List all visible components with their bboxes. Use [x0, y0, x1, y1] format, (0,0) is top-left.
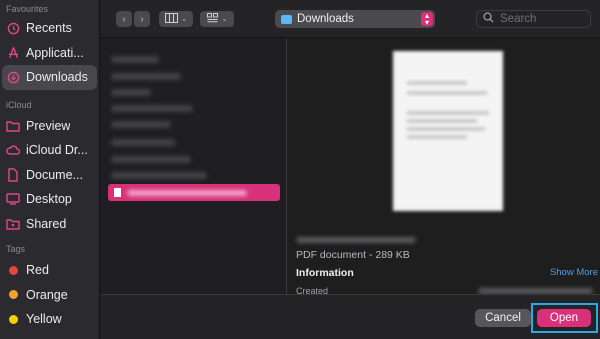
sidebar-item-label: Docume... — [26, 167, 83, 182]
list-item[interactable] — [111, 73, 181, 80]
cancel-button[interactable]: Cancel — [475, 309, 531, 327]
search-placeholder: Search — [500, 13, 537, 25]
folder-icon — [281, 14, 292, 24]
red-tag-dot-icon — [6, 263, 20, 277]
file-type-size: PDF document - 289 KB — [296, 249, 410, 261]
chevron-down-icon: ⌄ — [221, 16, 228, 23]
tag-label: Yellow — [26, 312, 62, 327]
file-column[interactable] — [101, 39, 287, 294]
file-name-blurred — [296, 237, 416, 243]
list-item[interactable] — [111, 89, 151, 96]
back-icon: ‹ — [122, 13, 126, 25]
sidebar-item-recents[interactable]: Recents — [0, 16, 99, 41]
list-item[interactable] — [111, 139, 175, 146]
toolbar: ‹ › ⌄ ⌄ Downloads ▴ ▾ Search — [101, 0, 600, 38]
list-item[interactable] — [111, 56, 159, 63]
sidebar-item-label: Preview — [26, 118, 71, 133]
yellow-tag-dot-icon — [6, 312, 20, 326]
list-item[interactable] — [111, 121, 171, 128]
icloud-header: iCloud — [6, 99, 32, 110]
selected-file-row[interactable] — [108, 184, 280, 201]
shared-folder-icon — [6, 217, 20, 231]
list-item[interactable] — [111, 105, 193, 112]
chevron-down-icon: ⌄ — [181, 16, 187, 23]
favourites-header: Favourites — [6, 4, 49, 14]
forward-icon: › — [140, 13, 144, 25]
updown-arrows-icon: ▴ ▾ — [421, 12, 433, 27]
list-item[interactable] — [111, 172, 207, 179]
show-more-link[interactable]: Show More — [550, 267, 598, 278]
tag-label: Red — [26, 263, 49, 278]
sidebar-item-preview[interactable]: Preview — [0, 114, 99, 139]
group-icon — [206, 12, 219, 26]
tag-red[interactable]: Red — [0, 258, 99, 283]
sidebar-item-label: Downloads — [26, 70, 88, 85]
sidebar-item-desktop[interactable]: Desktop — [0, 187, 99, 212]
tag-yellow[interactable]: Yellow — [0, 307, 99, 332]
document-icon — [6, 168, 20, 182]
document-thumbnail — [393, 51, 503, 211]
list-item[interactable] — [111, 156, 191, 163]
column-view-icon — [165, 12, 179, 26]
sidebar-item-label: Applicati... — [26, 45, 84, 60]
sidebar-item-downloads[interactable]: Downloads — [2, 65, 97, 90]
button-bar: Cancel Open — [101, 294, 600, 339]
tag-orange[interactable]: Orange — [0, 283, 99, 308]
group-button[interactable]: ⌄ — [200, 11, 234, 27]
information-heading: Information — [296, 267, 354, 279]
sidebar-item-shared[interactable]: Shared — [0, 212, 99, 237]
view-mode-button[interactable]: ⌄ — [159, 11, 193, 27]
back-button[interactable]: ‹ — [116, 11, 132, 27]
location-dropdown[interactable]: Downloads ▴ ▾ — [275, 10, 435, 28]
location-label: Downloads — [297, 13, 354, 25]
forward-button[interactable]: › — [134, 11, 150, 27]
download-icon — [6, 70, 20, 84]
cloud-icon — [6, 143, 20, 157]
sidebar-item-applications[interactable]: Applicati... — [0, 41, 99, 66]
clock-icon — [6, 21, 20, 35]
search-field[interactable]: Search — [476, 10, 591, 28]
applications-icon — [6, 46, 20, 60]
open-button[interactable]: Open — [537, 309, 591, 327]
sidebar-item-label: iCloud Dr... — [26, 143, 88, 158]
desktop-icon — [6, 192, 20, 206]
tag-label: Orange — [26, 287, 68, 302]
preview-pane: PDF document - 289 KB Information Show M… — [288, 39, 600, 296]
sidebar: Favourites Recents Applicati... Download… — [0, 0, 100, 339]
sidebar-item-label: Recents — [26, 21, 72, 36]
sidebar-item-documents[interactable]: Docume... — [0, 163, 99, 188]
sidebar-item-label: Desktop — [26, 192, 72, 207]
folder-icon — [6, 119, 20, 133]
sidebar-item-label: Shared — [26, 216, 67, 231]
tags-header: Tags — [6, 244, 26, 254]
selected-file-name — [127, 189, 247, 196]
sidebar-item-icloud-drive[interactable]: iCloud Dr... — [0, 138, 99, 163]
search-icon — [483, 12, 494, 26]
orange-tag-dot-icon — [6, 288, 20, 302]
document-icon — [114, 188, 121, 197]
